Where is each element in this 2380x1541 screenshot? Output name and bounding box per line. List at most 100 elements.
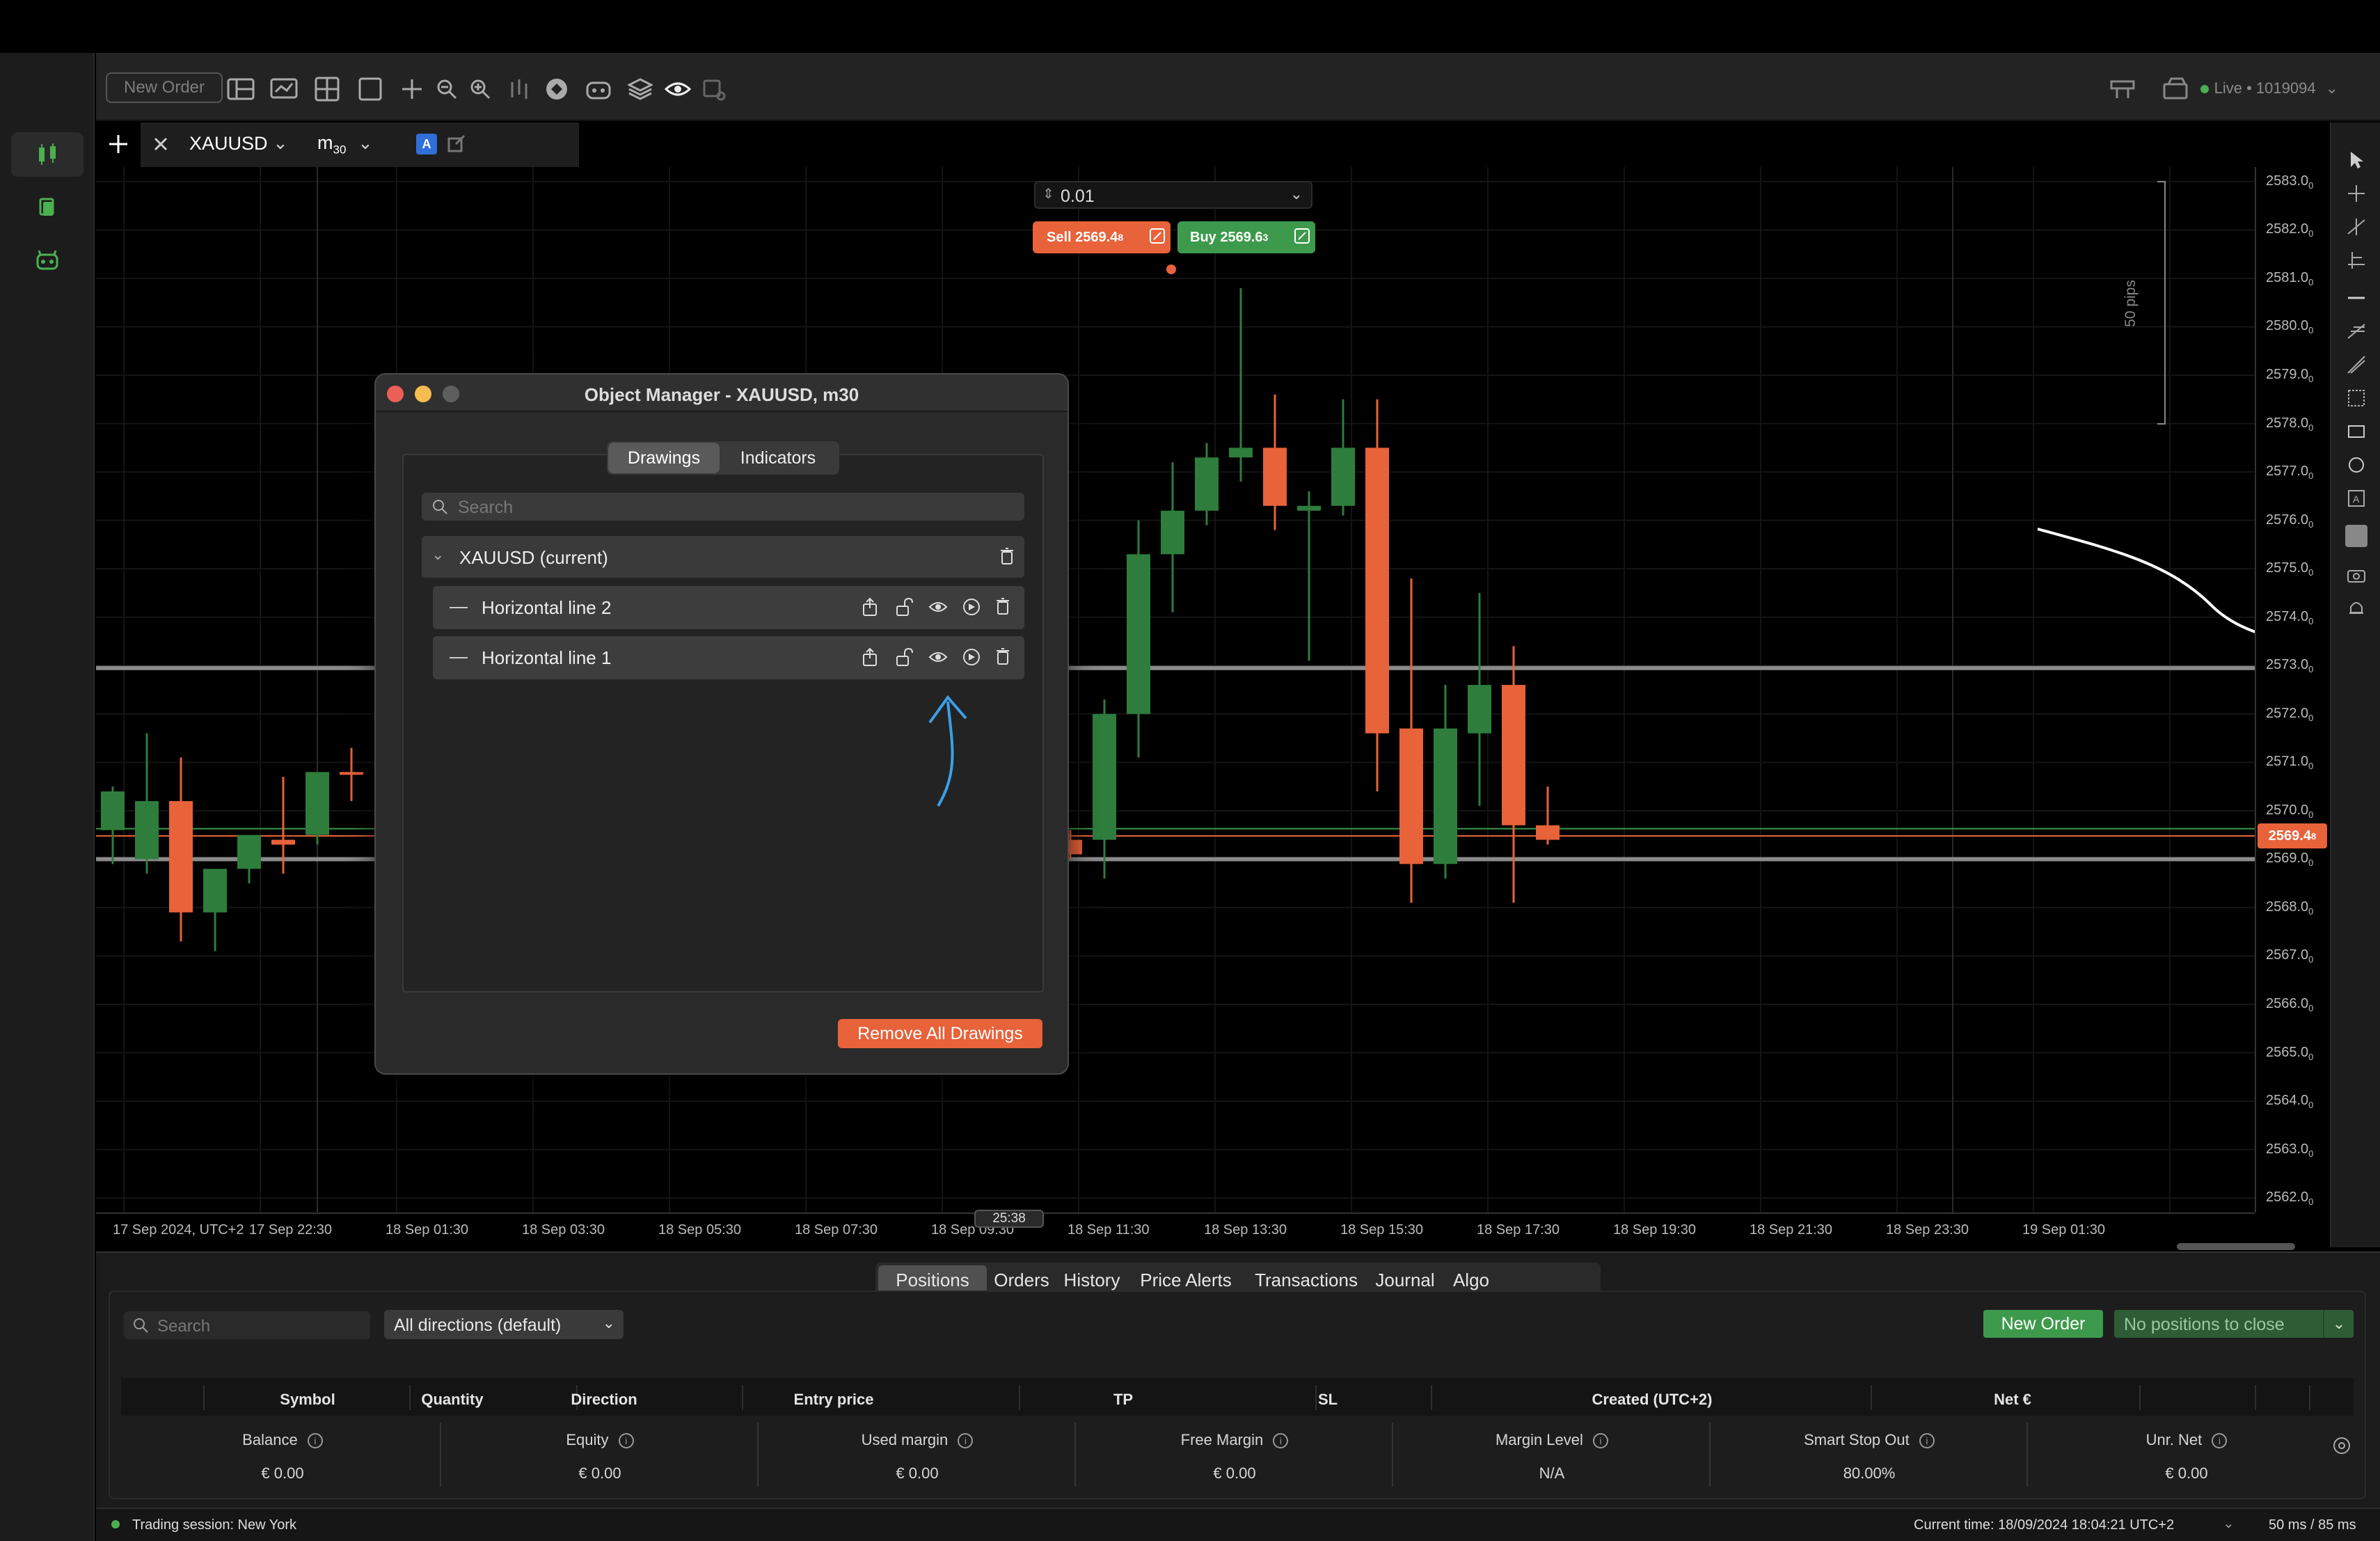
bot-icon[interactable]	[583, 74, 614, 104]
cursor-icon[interactable]	[2345, 149, 2367, 171]
info-icon[interactable]: i	[1593, 1433, 1609, 1449]
layout-free-icon[interactable]	[355, 74, 386, 104]
timeframe-selector[interactable]: m30	[317, 132, 346, 157]
locate-icon[interactable]	[962, 647, 981, 670]
object-settings-icon[interactable]	[699, 74, 729, 104]
layout-grid-icon[interactable]	[312, 74, 342, 104]
camera-icon[interactable]	[2345, 564, 2367, 586]
crosshair-tool-icon[interactable]	[2345, 182, 2367, 205]
unlock-icon[interactable]	[895, 647, 913, 670]
fib-tool-icon[interactable]	[2345, 320, 2367, 342]
column-header[interactable]: SL	[1223, 1391, 1432, 1409]
sentiment-icon[interactable]	[541, 74, 572, 104]
new-order-button[interactable]: New Order	[1983, 1310, 2103, 1338]
horizontal-line-tool-icon[interactable]	[2345, 287, 2367, 309]
visibility-eye-icon[interactable]	[928, 600, 948, 617]
nav-copy-icon[interactable]	[11, 185, 84, 230]
alert-bell-icon[interactable]	[2345, 597, 2367, 619]
search-input[interactable]: Search	[422, 493, 1024, 521]
circle-tool-icon[interactable]	[2345, 454, 2367, 476]
buy-button[interactable]: Buy 2569.6 3	[1177, 221, 1315, 253]
share-icon[interactable]	[862, 647, 878, 670]
tab-indicators[interactable]: Indicators	[722, 443, 834, 473]
info-icon[interactable]: i	[618, 1433, 634, 1449]
symbol-selector[interactable]: XAUUSD	[189, 133, 268, 155]
group-row-current[interactable]: ⌄ XAUUSD (current)	[422, 536, 1024, 578]
column-header[interactable]: Net €	[1908, 1391, 2117, 1409]
column-header[interactable]: Entry price	[729, 1391, 938, 1409]
cashier-icon[interactable]	[2160, 74, 2191, 104]
chevron-down-icon[interactable]: ⌄	[358, 132, 373, 154]
chevron-down-icon[interactable]: ⌄	[431, 546, 444, 564]
drawing-name: Horizontal line 1	[482, 647, 612, 668]
nav-algo-icon[interactable]	[11, 238, 84, 283]
text-tool-icon[interactable]: A	[2345, 487, 2367, 509]
sell-button[interactable]: Sell 2569.4 8	[1033, 221, 1171, 253]
trash-icon[interactable]	[999, 547, 1015, 569]
dialog-titlebar[interactable]: Object Manager - XAUUSD, m30	[376, 374, 1068, 412]
layout-single-icon[interactable]	[225, 74, 256, 104]
settings-gear-icon[interactable]	[2331, 1435, 2352, 1460]
popout-icon[interactable]	[447, 134, 466, 157]
price-tick-value: 2582.0	[2266, 221, 2309, 237]
time-axis[interactable]: 17 Sep 2024, UTC+2 17 Sep 22:30 18 Sep 01:…	[96, 1210, 2295, 1250]
grid-tool-icon[interactable]	[2345, 387, 2367, 409]
chevron-down-icon[interactable]: ⌄	[1290, 185, 1303, 203]
market-icon[interactable]	[2107, 74, 2138, 104]
chart-tab[interactable]: XAUUSD ⌄ m30 ⌄ A	[141, 123, 579, 167]
metric-label-text: Smart Stop Out	[1804, 1431, 1910, 1448]
trash-icon[interactable]	[995, 597, 1010, 619]
pitchfork-tool-icon[interactable]	[2345, 354, 2367, 376]
visibility-eye-icon[interactable]	[928, 650, 948, 667]
trend-line-tool-icon[interactable]	[2345, 216, 2367, 238]
price-tick-value: 2579.0	[2266, 367, 2309, 382]
account-live-status[interactable]: Live • 1019094 ⌄	[2200, 79, 2338, 97]
directions-select[interactable]: All directions (default) ⌄	[384, 1310, 624, 1339]
visibility-eye-icon[interactable]	[663, 74, 693, 104]
color-swatch-icon[interactable]	[2345, 525, 2367, 547]
unlock-icon[interactable]	[895, 597, 913, 620]
trash-icon[interactable]	[995, 647, 1010, 669]
add-chart-icon[interactable]	[103, 127, 134, 161]
lot-size-input[interactable]: ⇕ 0.01 ⌄	[1034, 181, 1312, 209]
chevron-down-icon[interactable]: ⌄	[2223, 1515, 2235, 1532]
layers-icon[interactable]	[625, 74, 656, 104]
main-toolbar: New Order Live • 1019094 ⌄	[96, 53, 2380, 121]
stepper-icon[interactable]: ⇕	[1042, 185, 1054, 203]
drawing-list-item[interactable]: Horizontal line 1	[433, 636, 1024, 679]
zoom-in-icon[interactable]	[465, 74, 495, 104]
metric-label: Balance i	[213, 1431, 352, 1449]
info-icon[interactable]: i	[1273, 1433, 1289, 1449]
column-header[interactable]: Direction	[500, 1391, 708, 1409]
info-icon[interactable]: i	[1919, 1433, 1935, 1449]
new-order-button[interactable]: New Order	[106, 72, 223, 103]
price-axis[interactable]: 2583.00 2582.00 2581.00 2580.00 2579.00 2578.…	[2255, 167, 2330, 1212]
chevron-down-icon[interactable]: ⌄	[273, 132, 288, 154]
info-icon[interactable]: i	[958, 1433, 974, 1449]
close-tab-icon[interactable]	[153, 136, 168, 155]
zoom-out-icon[interactable]	[431, 74, 462, 104]
column-header[interactable]: Created (UTC+2)	[1548, 1391, 1756, 1409]
share-icon[interactable]	[862, 597, 878, 620]
horizontal-scrollbar[interactable]	[2177, 1243, 2295, 1250]
crosshair-icon[interactable]	[397, 74, 427, 104]
chevron-down-icon[interactable]: ⌄	[2323, 1310, 2354, 1338]
close-positions-button[interactable]: No positions to close ⌄	[2114, 1310, 2354, 1338]
info-icon[interactable]: i	[307, 1433, 323, 1449]
drawing-list-item[interactable]: Horizontal line 2	[433, 586, 1024, 629]
indicators-icon[interactable]	[504, 74, 534, 104]
info-icon[interactable]: i	[2212, 1433, 2228, 1449]
layout-chart-icon[interactable]	[269, 74, 299, 104]
remove-all-drawings-button[interactable]: Remove All Drawings	[838, 1019, 1042, 1048]
tab-drawings[interactable]: Drawings	[608, 443, 720, 473]
measure-tool-icon[interactable]	[2345, 249, 2367, 271]
rectangle-tool-icon[interactable]	[2345, 420, 2367, 443]
time-tick-label: 18 Sep 19:30	[1613, 1222, 1696, 1238]
drawing-name: Horizontal line 2	[482, 597, 612, 618]
locate-icon[interactable]	[962, 597, 981, 620]
column-header[interactable]: TP	[1019, 1391, 1228, 1409]
nav-trade-icon[interactable]	[11, 132, 84, 177]
chart-letter-badge[interactable]: A	[416, 134, 437, 155]
metric-value: N/A	[1539, 1464, 1565, 1482]
positions-search-input[interactable]: Search	[124, 1311, 370, 1339]
